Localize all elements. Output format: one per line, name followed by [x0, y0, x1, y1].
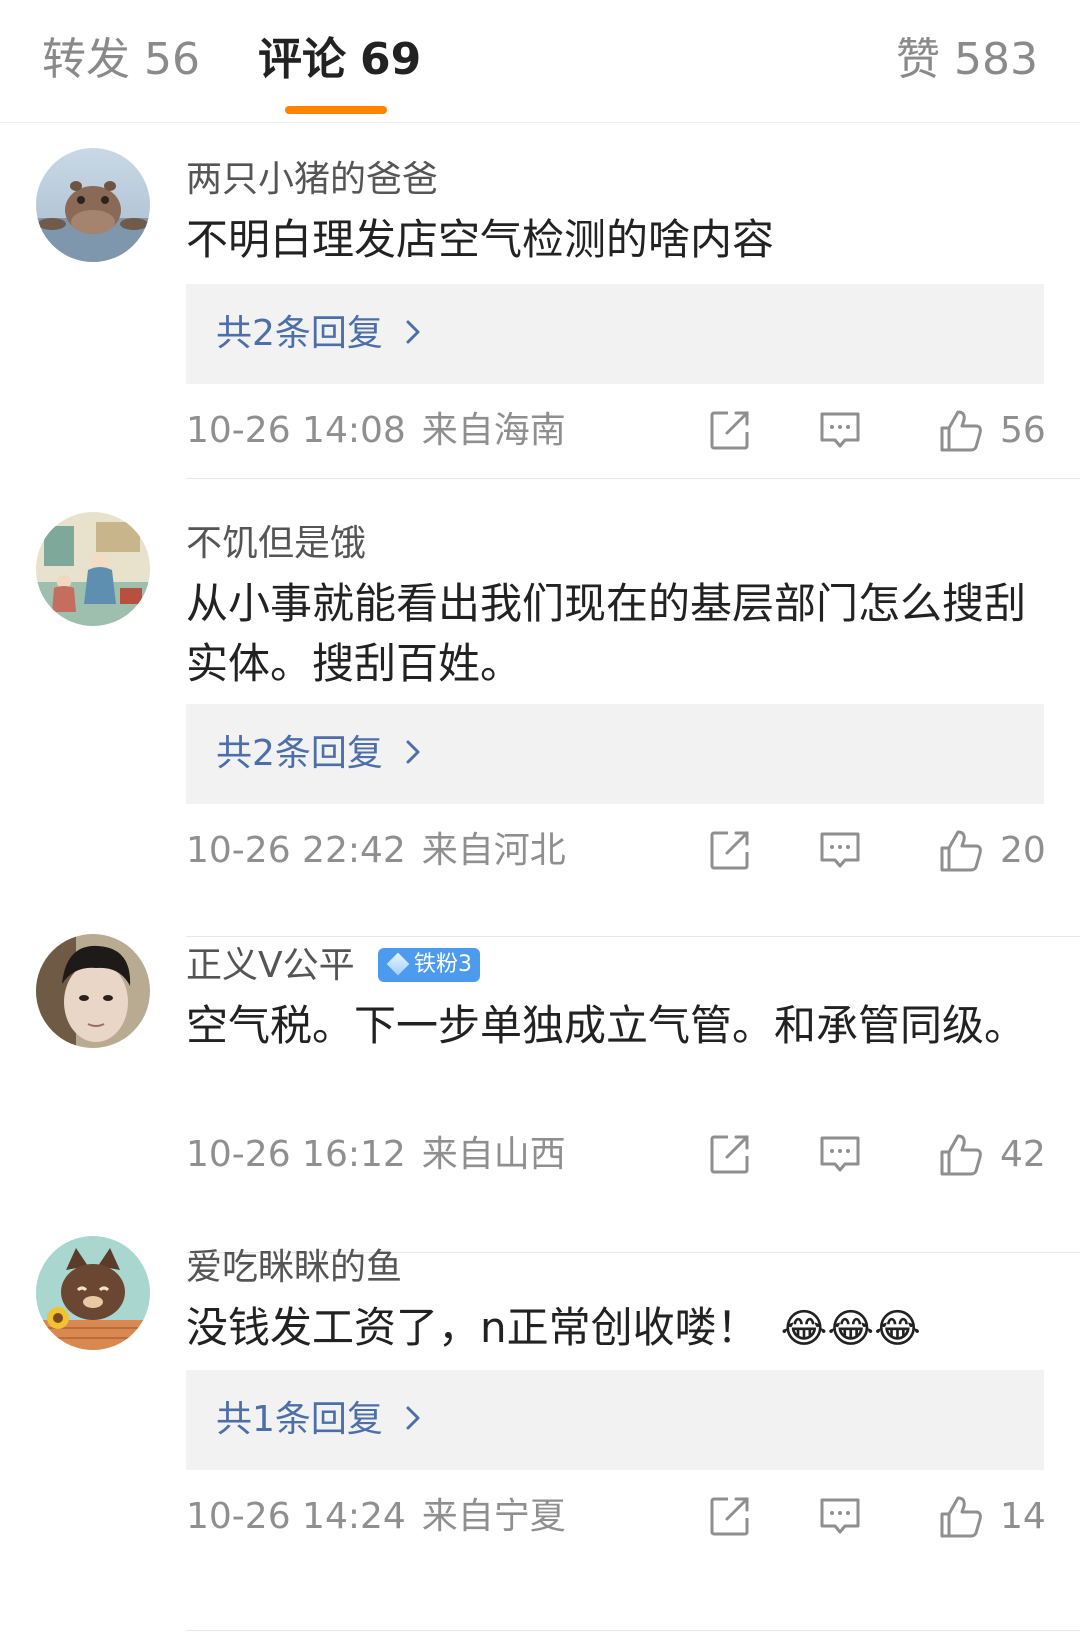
timestamp: 10-26 14:24 — [186, 1496, 406, 1537]
tab-repost-label: 转发 — [42, 34, 130, 85]
like-count: 42 — [1000, 1134, 1046, 1175]
tab-repost-count: 56 — [144, 34, 200, 85]
like-count: 56 — [1000, 410, 1046, 451]
thumbs-up-icon[interactable] — [938, 1132, 984, 1182]
thumbs-up-icon[interactable] — [938, 1494, 984, 1544]
painting-avatar[interactable] — [36, 512, 150, 626]
comment-text: 从小事就能看出我们现在的基层部门怎么搜刮实体。搜刮百姓。 — [186, 579, 1027, 688]
chevron-right-icon — [405, 1370, 421, 1470]
fan-badge-label: 铁粉3 — [414, 952, 472, 977]
tab-likes-count: 583 — [954, 34, 1038, 85]
divider — [186, 1630, 1080, 1631]
comment-text: 不明白理发店空气检测的啥内容 — [186, 215, 775, 264]
comment-time: 10-26 22:42 来自河北 — [186, 826, 566, 876]
tab-likes-label: 赞 — [896, 34, 941, 85]
tab-comments[interactable]: 评论 69 — [258, 30, 421, 90]
comment-meta: 10-26 14:08 来自海南 56 — [186, 406, 1046, 456]
username[interactable]: 两只小猪的爸爸 — [186, 158, 438, 202]
share-icon[interactable] — [708, 408, 752, 456]
replies-button[interactable]: 共2条回复 — [186, 704, 1044, 804]
location: 来自海南 — [421, 410, 566, 451]
replies-button[interactable]: 共1条回复 — [186, 1370, 1044, 1470]
thumbs-up-icon[interactable] — [938, 828, 984, 878]
share-icon[interactable] — [708, 1494, 752, 1542]
tab-bar: 转发 56 评论 69 赞 583 — [0, 0, 1080, 123]
thumbs-up-icon[interactable] — [938, 408, 984, 458]
comment-time: 10-26 14:08 来自海南 — [186, 406, 566, 456]
person-avatar[interactable] — [36, 934, 150, 1048]
comment-time: 10-26 14:24 来自宁夏 — [186, 1492, 566, 1542]
replies-label: 共2条回复 — [216, 313, 383, 354]
username[interactable]: 爱吃眯眯的鱼 — [186, 1246, 402, 1290]
fan-badge: 铁粉3 — [378, 948, 480, 982]
diamond-icon — [386, 952, 410, 976]
username[interactable]: 不饥但是饿 — [186, 522, 366, 566]
comment-meta: 10-26 14:24 来自宁夏 14 — [186, 1492, 1046, 1542]
timestamp: 10-26 14:08 — [186, 410, 406, 451]
location: 来自宁夏 — [421, 1496, 566, 1537]
divider — [186, 478, 1080, 479]
location: 来自河北 — [421, 830, 566, 871]
replies-label: 共2条回复 — [216, 733, 383, 774]
tab-comments-label: 评论 — [258, 34, 346, 85]
comment-icon[interactable] — [818, 1132, 862, 1180]
emoji-glyphs: 😂😂😂 — [780, 1306, 921, 1352]
tab-comments-count: 69 — [360, 34, 422, 85]
active-tab-indicator — [285, 106, 387, 114]
location: 来自山西 — [421, 1134, 566, 1175]
comment-icon[interactable] — [818, 828, 862, 876]
comment-time: 10-26 16:12 来自山西 — [186, 1130, 566, 1180]
comment-text: 没钱发工资了，n正常创收喽！ 😂😂😂 — [186, 1298, 1046, 1359]
laughing-crying-emoji: 😂😂😂 — [781, 1303, 921, 1352]
chevron-right-icon — [405, 704, 421, 804]
comment-meta: 10-26 16:12 来自山西 42 — [186, 1130, 1046, 1180]
timestamp: 10-26 16:12 — [186, 1134, 406, 1175]
share-icon[interactable] — [708, 828, 752, 876]
comment-text: 空气税。下一步单独成立气管。和承管同级。 — [186, 1001, 1027, 1050]
cat-avatar[interactable] — [36, 1236, 150, 1350]
share-icon[interactable] — [708, 1132, 752, 1180]
chevron-right-icon — [405, 284, 421, 384]
hippo-avatar[interactable] — [36, 148, 150, 262]
tab-repost[interactable]: 转发 56 — [42, 30, 200, 90]
username[interactable]: 正义V公平 — [186, 944, 355, 988]
divider — [186, 936, 1080, 937]
comment-icon[interactable] — [818, 408, 862, 456]
timestamp: 10-26 22:42 — [186, 830, 406, 871]
replies-label: 共1条回复 — [216, 1399, 383, 1440]
comment-meta: 10-26 22:42 来自河北 20 — [186, 826, 1046, 876]
tab-likes[interactable]: 赞 583 — [896, 30, 1038, 90]
replies-button[interactable]: 共2条回复 — [186, 284, 1044, 384]
like-count: 20 — [1000, 830, 1046, 871]
comment-icon[interactable] — [818, 1494, 862, 1542]
comment-text-content: 没钱发工资了，n正常创收喽！ — [186, 1303, 759, 1352]
like-count: 14 — [1000, 1496, 1046, 1537]
